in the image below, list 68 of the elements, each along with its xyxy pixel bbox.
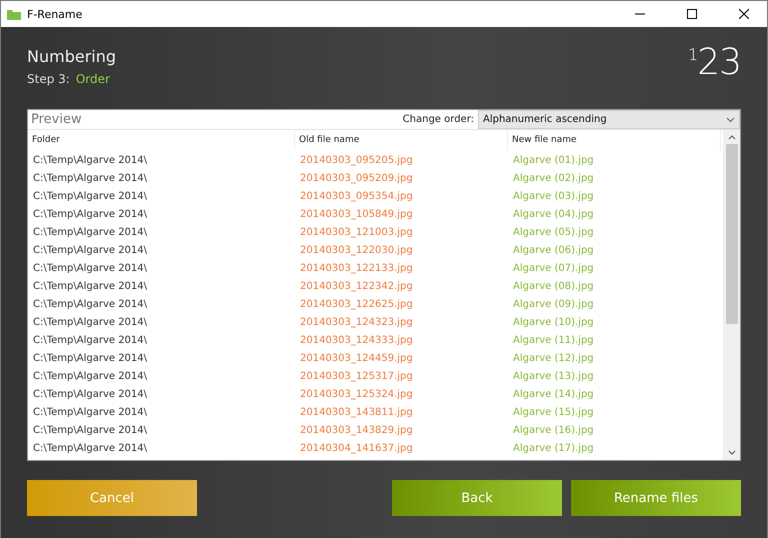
table-cell-text: 20140303_124323.jpg <box>299 316 414 328</box>
column-header[interactable]: Folder <box>28 130 295 150</box>
table-cell-text: Algarve (13).jpg <box>512 370 595 382</box>
table-cell-text: C:\Temp\Algarve 2014\ <box>32 424 148 436</box>
table-cell-text: Algarve (11).jpg <box>512 334 595 346</box>
table-cell-text: Algarve (16).jpg <box>512 424 595 436</box>
table-cell-text: Algarve (14).jpg <box>512 388 595 400</box>
scroll-thumb[interactable] <box>726 144 738 324</box>
table-cell-text: 20140303_122342.jpg <box>299 280 414 292</box>
table-cell-text: C:\Temp\Algarve 2014\ <box>32 244 148 256</box>
table-cell-text: Algarve (06).jpg <box>512 244 595 256</box>
table-cell-text: 20140303_121003.jpg <box>299 226 414 238</box>
table-cell-text: C:\Temp\Algarve 2014\ <box>32 298 148 310</box>
step-name: Order <box>76 72 110 86</box>
table-cell-text: Algarve (01).jpg <box>512 154 595 166</box>
preview-title: Preview <box>30 112 83 127</box>
table-cell-text: 20140303_122030.jpg <box>299 244 414 256</box>
order-label: Change order: <box>402 114 474 125</box>
chevron-icon <box>726 116 735 122</box>
table-cell-text: C:\Temp\Algarve 2014\ <box>32 190 148 202</box>
step-label: Step 3: <box>27 72 70 86</box>
table-cell-text: Algarve (15).jpg <box>512 406 595 418</box>
table-cell-text: Algarve (07).jpg <box>512 262 595 274</box>
table-cell-text: Algarve (03).jpg <box>512 190 595 202</box>
table-cell-text: C:\Temp\Algarve 2014\ <box>32 208 148 220</box>
table-cell-text: C:\Temp\Algarve 2014\ <box>32 316 148 328</box>
table-cell-text: Algarve (17).jpg <box>512 442 595 454</box>
table-cell-text: C:\Temp\Algarve 2014\ <box>32 226 148 238</box>
column-header[interactable]: New file name <box>508 130 721 150</box>
table-cell-text: Algarve (04).jpg <box>512 208 595 220</box>
window-title: F-Rename <box>27 8 84 20</box>
table-cell-text: C:\Temp\Algarve 2014\ <box>32 172 148 184</box>
table-cell-text: C:\Temp\Algarve 2014\ <box>32 370 148 382</box>
table-cell-text: 20140303_095205.jpg <box>299 154 414 166</box>
table-cell-text: C:\Temp\Algarve 2014\ <box>32 352 148 364</box>
table-cell-text: 20140303_105849.jpg <box>299 208 414 220</box>
table-cell-text: 20140303_095209.jpg <box>299 172 414 184</box>
table-cell-text: Algarve (09).jpg <box>512 298 595 310</box>
table-cell-text: C:\Temp\Algarve 2014\ <box>32 262 148 274</box>
table-cell-text: C:\Temp\Algarve 2014\ <box>32 406 148 418</box>
table-cell-text: Algarve (12).jpg <box>512 352 595 364</box>
table-cell-text: C:\Temp\Algarve 2014\ <box>32 154 148 166</box>
table-cell-text: Algarve (02).jpg <box>512 172 595 184</box>
folder-icon <box>7 8 21 20</box>
table-cell-text: C:\Temp\Algarve 2014\ <box>32 442 148 454</box>
table-cell-text: Algarve (08).jpg <box>512 280 595 292</box>
table-cell-text: 20140303_122133.jpg <box>299 262 414 274</box>
table-cell-text: 20140303_143829.jpg <box>299 424 414 436</box>
close-icon[interactable] <box>739 9 749 19</box>
table-cell-text: C:\Temp\Algarve 2014\ <box>32 388 148 400</box>
table-cell-text: 20140303_124333.jpg <box>299 334 414 346</box>
table-cell-text: 20140304_141637.jpg <box>299 442 414 454</box>
table-cell-text: Algarve (10).jpg <box>512 316 595 328</box>
table-cell-text: 20140303_125317.jpg <box>299 370 414 382</box>
table-cell-text: C:\Temp\Algarve 2014\ <box>32 334 148 346</box>
logo: $^{1}$23 <box>688 45 741 85</box>
table-cell-text: 20140303_122625.jpg <box>299 298 414 310</box>
table-cell-text: Algarve (05).jpg <box>512 226 595 238</box>
maximize-icon[interactable] <box>687 9 697 19</box>
table-cell-text: 20140303_124459.jpg <box>299 352 414 364</box>
order-dropdown[interactable]: Alphanumeric ascending <box>478 110 740 129</box>
scrollbar[interactable] <box>723 130 740 460</box>
table-cell-text: 20140303_125324.jpg <box>299 388 414 400</box>
column-header[interactable]: Old file name <box>295 130 508 150</box>
table-cell-text: 20140303_143811.jpg <box>299 406 414 418</box>
page-title: Numbering <box>27 47 116 66</box>
table-cell-text: C:\Temp\Algarve 2014\ <box>32 280 148 292</box>
table-cell-text: 20140303_095354.jpg <box>299 190 414 202</box>
